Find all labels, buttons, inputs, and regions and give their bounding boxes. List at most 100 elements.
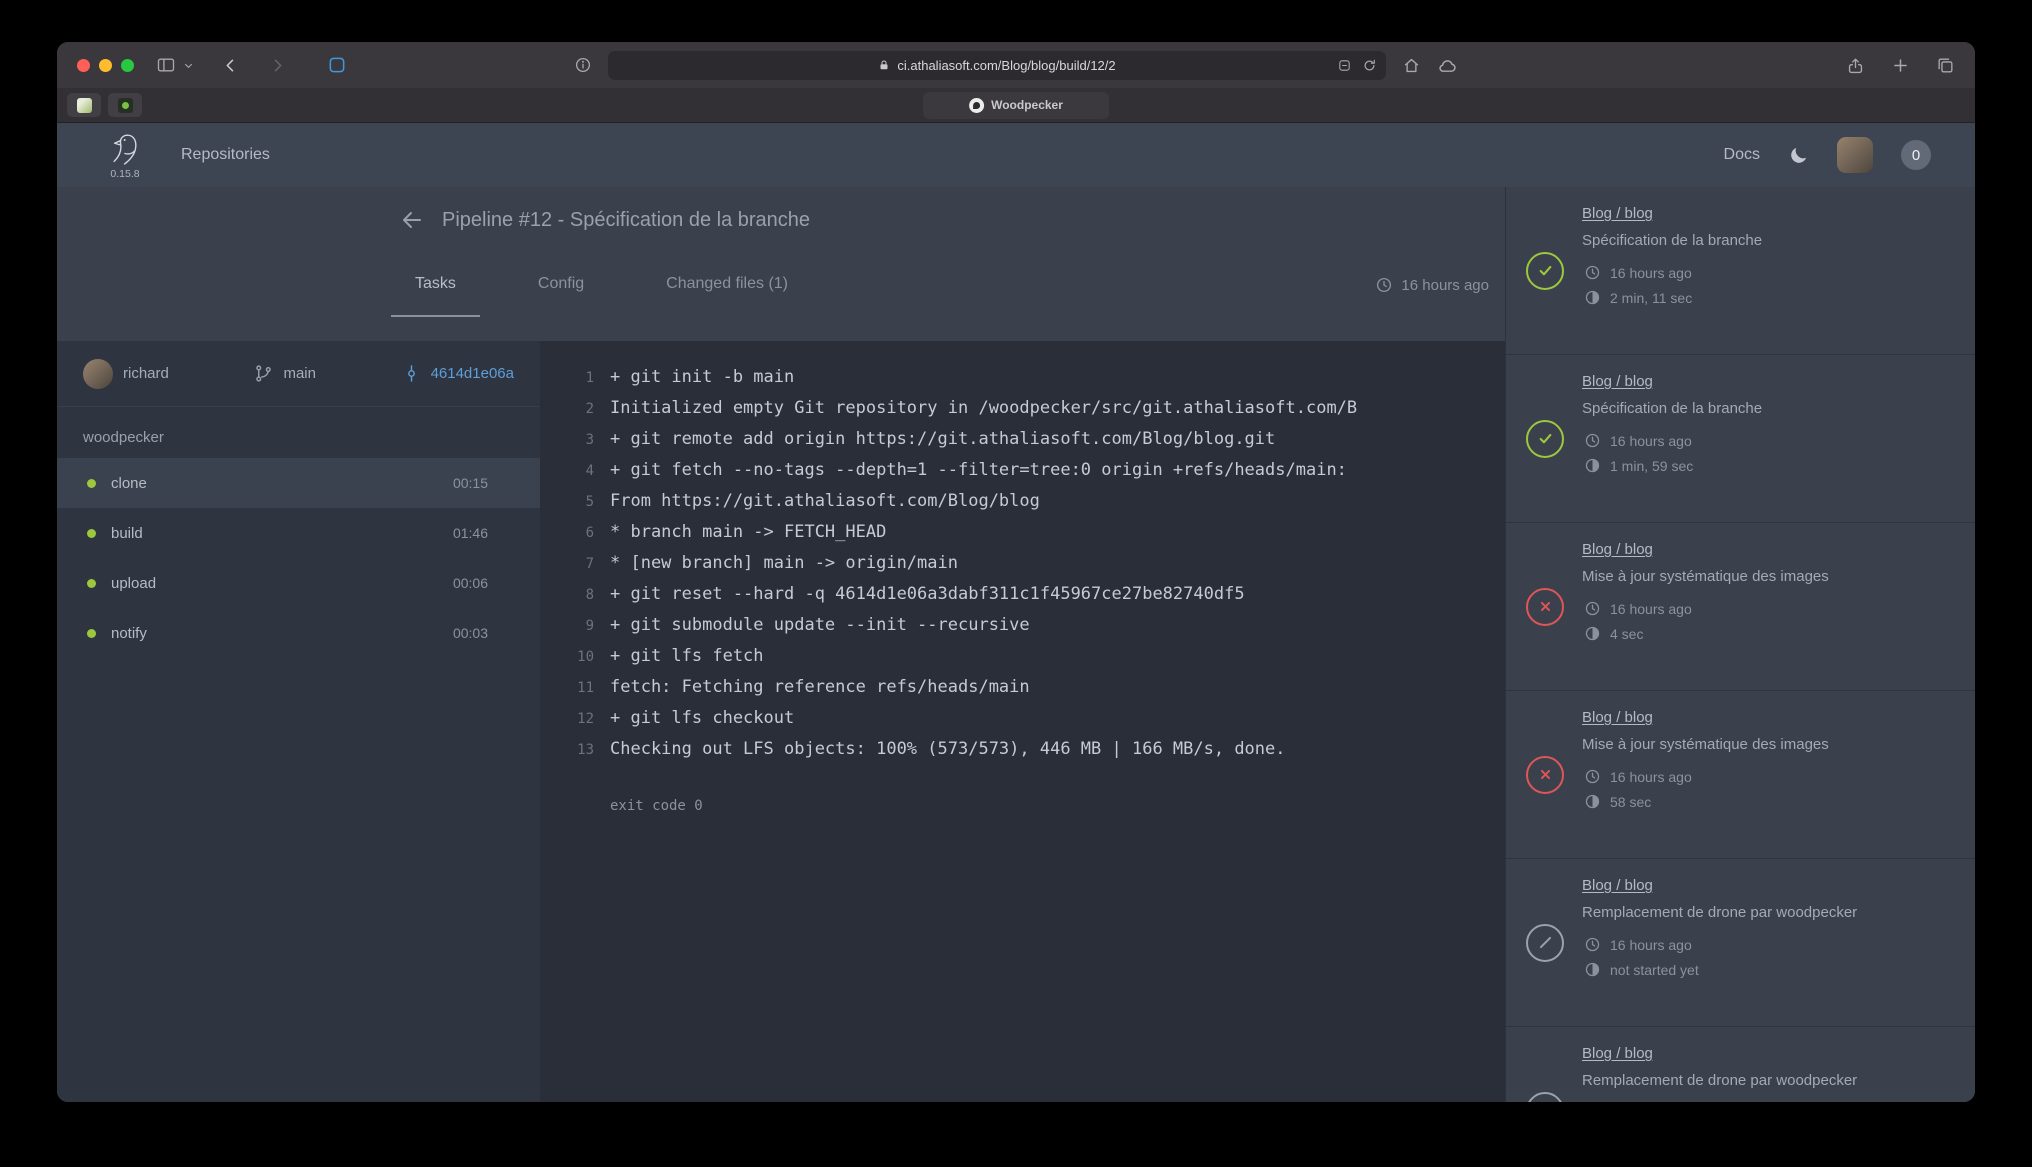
entry-time: 16 hours ago [1610,601,1692,617]
clock-icon [1584,264,1601,281]
pipeline-main: Pipeline #12 - Spécification de la branc… [57,187,1505,1102]
pipeline-entry[interactable]: Blog / blog Spécification de la branche … [1506,187,1975,355]
entry-time-row: 16 hours ago [1582,768,1955,785]
home-icon[interactable] [1402,56,1421,75]
pending-count-badge[interactable]: 0 [1901,140,1931,170]
user-avatar[interactable] [1837,137,1873,173]
commit-message: Spécification de la branche [1582,232,1955,249]
pipeline-tabs: 16 hours ago Tasks Config Changed files … [57,253,1505,317]
task-name: clone [111,475,147,492]
log-line: 10 + git lfs fetch [556,646,1497,677]
repo-link[interactable]: Blog / blog [1582,205,1653,222]
repo-link[interactable]: Blog / blog [1582,1045,1653,1062]
log-line: 3 + git remote add origin https://git.at… [556,429,1497,460]
close-window-button[interactable] [77,59,90,72]
back-button[interactable] [221,56,240,75]
pipeline-entry-body: Blog / blog Remplacement de drone par wo… [1582,875,1955,1010]
pinned-tab-1[interactable] [67,93,101,117]
tab-group-icon[interactable] [327,55,347,75]
woodpecker-logo-icon [105,131,145,171]
extension-badge-icon[interactable] [1337,58,1352,73]
pipeline-entry[interactable]: Blog / blog Remplacement de drone par wo… [1506,859,1975,1027]
repo-link[interactable]: Blog / blog [1582,541,1653,558]
repo-link[interactable]: Blog / blog [1582,373,1653,390]
chevron-down-icon[interactable] [182,59,195,72]
log-line-text: + git reset --hard -q 4614d1e06a3dabf311… [610,584,1245,604]
log-viewer[interactable]: 1 + git init -b main 2 Initialized empty… [540,341,1505,1102]
nav-docs[interactable]: Docs [1724,146,1760,164]
entry-time-row: 16 hours ago [1582,936,1955,953]
log-line-text: + git fetch --no-tags --depth=1 --filter… [610,460,1347,480]
log-line-number: 2 [556,401,594,417]
check-icon [1535,260,1556,281]
nav-repositories[interactable]: Repositories [181,146,270,164]
browser-window: ci.athaliasoft.com/Blog/blog/build/12/2 [57,42,1975,1102]
pipeline-feed[interactable]: Blog / blog Spécification de la branche … [1505,187,1975,1102]
pinned-tab-2[interactable] [108,93,142,117]
commit-message: Mise à jour systématique des images [1582,568,1955,585]
pipeline-entry[interactable]: Blog / blog Spécification de la branche … [1506,355,1975,523]
log-line: 9 + git submodule update --init --recurs… [556,615,1497,646]
commit-sha: 4614d1e06a [431,365,514,382]
address-bar[interactable]: ci.athaliasoft.com/Blog/blog/build/12/2 [608,51,1386,80]
pipeline-entry-body: Blog / blog Spécification de la branche … [1582,371,1955,506]
branch-name: main [283,365,316,382]
zoom-window-button[interactable] [121,59,134,72]
commit-sha-link[interactable]: 4614d1e06a [402,364,514,383]
log-line: 13 Checking out LFS objects: 100% (573/5… [556,739,1497,770]
new-tab-icon[interactable] [1891,56,1910,75]
slash-icon [1535,1100,1556,1102]
task-row[interactable]: notify 00:03 [57,608,540,658]
pipeline-status-icon [1526,1092,1564,1103]
entry-time-row: 16 hours ago [1582,264,1955,281]
share-icon[interactable] [1846,56,1865,75]
workflow-name: woodpecker [57,407,540,458]
entry-duration: 1 min, 59 sec [1610,458,1693,474]
repo-link[interactable]: Blog / blog [1582,709,1653,726]
log-line-text: + git lfs checkout [610,708,794,728]
pipeline-tab[interactable]: Changed files (1) [642,253,812,317]
pipeline-tab[interactable]: Tasks [391,253,480,317]
page-settings-icon[interactable] [574,56,592,74]
minimize-window-button[interactable] [99,59,112,72]
author-name: richard [123,365,169,382]
pipeline-entry[interactable]: Blog / blog Mise à jour systématique des… [1506,691,1975,859]
pipeline-entry-body: Blog / blog Mise à jour systématique des… [1582,539,1955,674]
active-tab[interactable]: Woodpecker [923,92,1109,119]
log-line-number: 3 [556,432,594,448]
task-status-dot-icon [87,579,96,588]
log-line-text: Initialized empty Git repository in /woo… [610,398,1357,418]
cloud-icon[interactable] [1437,55,1458,76]
back-arrow-icon[interactable] [400,208,424,232]
duration-icon [1584,457,1601,474]
log-line-text: * [new branch] main -> origin/main [610,553,958,573]
dark-mode-toggle-icon[interactable] [1788,145,1809,166]
log-line: 2 Initialized empty Git repository in /w… [556,398,1497,429]
browser-toolbar: ci.athaliasoft.com/Blog/blog/build/12/2 [57,42,1975,88]
reload-icon[interactable] [1362,58,1377,73]
log-lines: 1 + git init -b main 2 Initialized empty… [556,367,1497,770]
pipeline-entry[interactable]: Blog / blog Mise à jour systématique des… [1506,523,1975,691]
check-icon [1535,428,1556,449]
pipeline-entry[interactable]: Blog / blog Remplacement de drone par wo… [1506,1027,1975,1102]
entry-time: 16 hours ago [1610,433,1692,449]
repo-link[interactable]: Blog / blog [1582,877,1653,894]
task-name: build [111,525,143,542]
task-row[interactable]: build 01:46 [57,508,540,558]
pipeline-status-icon [1526,588,1564,626]
task-status-dot-icon [87,479,96,488]
slash-icon [1535,932,1556,953]
task-row[interactable]: clone 00:15 [57,458,540,508]
forward-button[interactable] [268,56,287,75]
sidebar-toggle-icon[interactable] [156,55,176,75]
entry-time: 16 hours ago [1610,937,1692,953]
pipeline-tab[interactable]: Config [514,253,608,317]
url-text: ci.athaliasoft.com/Blog/blog/build/12/2 [897,58,1115,73]
task-duration: 01:46 [453,525,488,541]
tab-overview-icon[interactable] [1936,56,1955,75]
app-version: 0.15.8 [110,168,139,180]
task-panel: richard main [57,341,540,1102]
task-row[interactable]: upload 00:06 [57,558,540,608]
cross-icon [1536,597,1555,616]
woodpecker-logo[interactable]: 0.15.8 [99,131,151,180]
